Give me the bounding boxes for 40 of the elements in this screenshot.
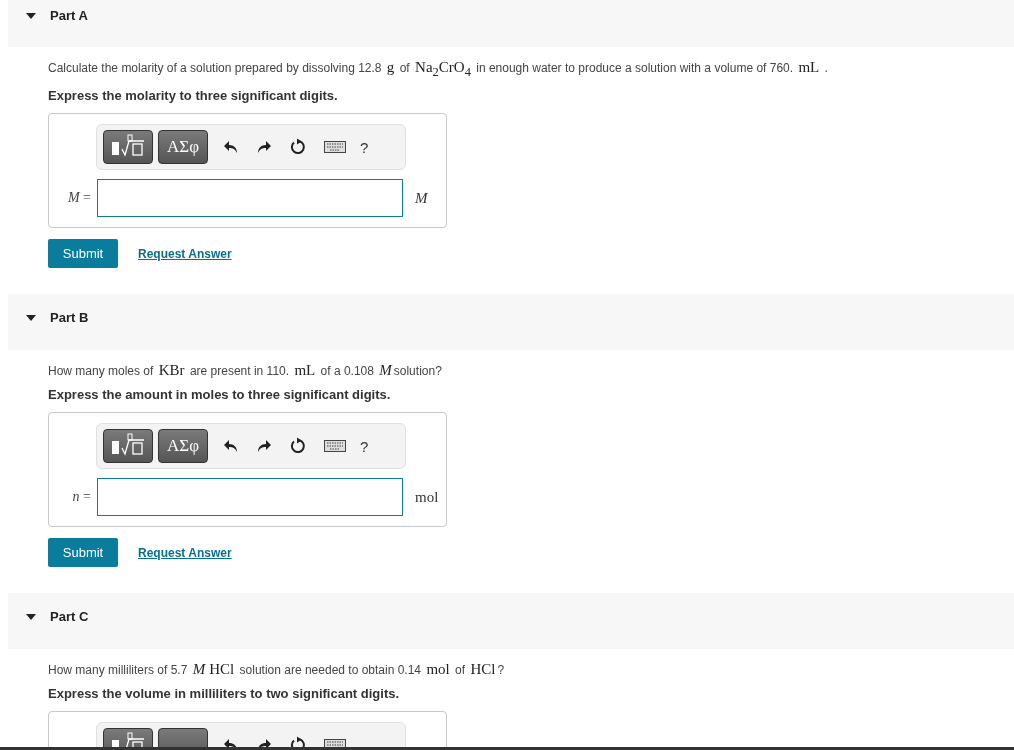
submit-button[interactable]: Submit xyxy=(48,239,118,268)
templates-button[interactable] xyxy=(103,429,153,463)
variable-label: n = xyxy=(71,489,92,505)
part-title: Part C xyxy=(50,609,89,624)
instruction-text: Express the amount in moles to three significant digits. xyxy=(48,387,392,402)
undo-icon[interactable] xyxy=(223,139,239,155)
question-text: How many moles of KBr are present in 110. mL of a 0.108 Msolution? xyxy=(48,361,443,380)
collapse-triangle-icon[interactable] xyxy=(26,315,36,321)
redo-icon[interactable] xyxy=(256,737,272,750)
answer-input[interactable] xyxy=(97,478,403,516)
question-text: Calculate the molarity of a solution prepared by dissolving 12.8 g of Na$_{2}$CrO$_{4}$ in enough water to produce a solution with a volume of 760. mL . xyxy=(48,58,829,81)
answer-input[interactable] xyxy=(97,179,403,217)
undo-icon[interactable] xyxy=(223,438,239,454)
unit-label: mol xyxy=(415,488,439,506)
variable-label: M = xyxy=(66,190,92,206)
request-answer-link[interactable]: Request Answer xyxy=(138,246,232,261)
part-title: Part B xyxy=(50,310,89,325)
collapse-triangle-icon[interactable] xyxy=(26,614,36,620)
request-answer-link[interactable]: Request Answer xyxy=(138,545,232,560)
symbols-button[interactable]: ΑΣφ xyxy=(158,429,208,463)
part-header[interactable]: Part A xyxy=(8,0,1014,47)
instruction-text: Express the volume in milliliters to two significant digits. xyxy=(48,686,401,701)
redo-icon[interactable] xyxy=(256,438,272,454)
part-title: Part A xyxy=(50,8,88,23)
reset-icon[interactable] xyxy=(289,138,307,156)
collapse-triangle-icon[interactable] xyxy=(26,13,36,19)
question-text: How many milliliters of 5.7 M HCl solution are needed to obtain 0.14 mol of HCl? xyxy=(48,660,506,679)
part-header[interactable]: Part B xyxy=(8,294,1014,350)
redo-icon[interactable] xyxy=(256,139,272,155)
part-header[interactable]: Part C xyxy=(8,593,1014,649)
keyboard-icon[interactable] xyxy=(324,141,346,153)
help-button[interactable]: ? xyxy=(360,138,369,156)
reset-icon[interactable] xyxy=(289,437,307,455)
symbols-button[interactable]: ΑΣφ xyxy=(158,130,208,164)
help-button[interactable]: ? xyxy=(360,437,369,455)
keyboard-icon[interactable] xyxy=(324,440,346,452)
unit-label: M xyxy=(415,189,428,207)
submit-button[interactable]: Submit xyxy=(48,538,118,567)
instruction-text: Express the molarity to three significant digits. xyxy=(48,88,339,103)
templates-button[interactable] xyxy=(103,130,153,164)
